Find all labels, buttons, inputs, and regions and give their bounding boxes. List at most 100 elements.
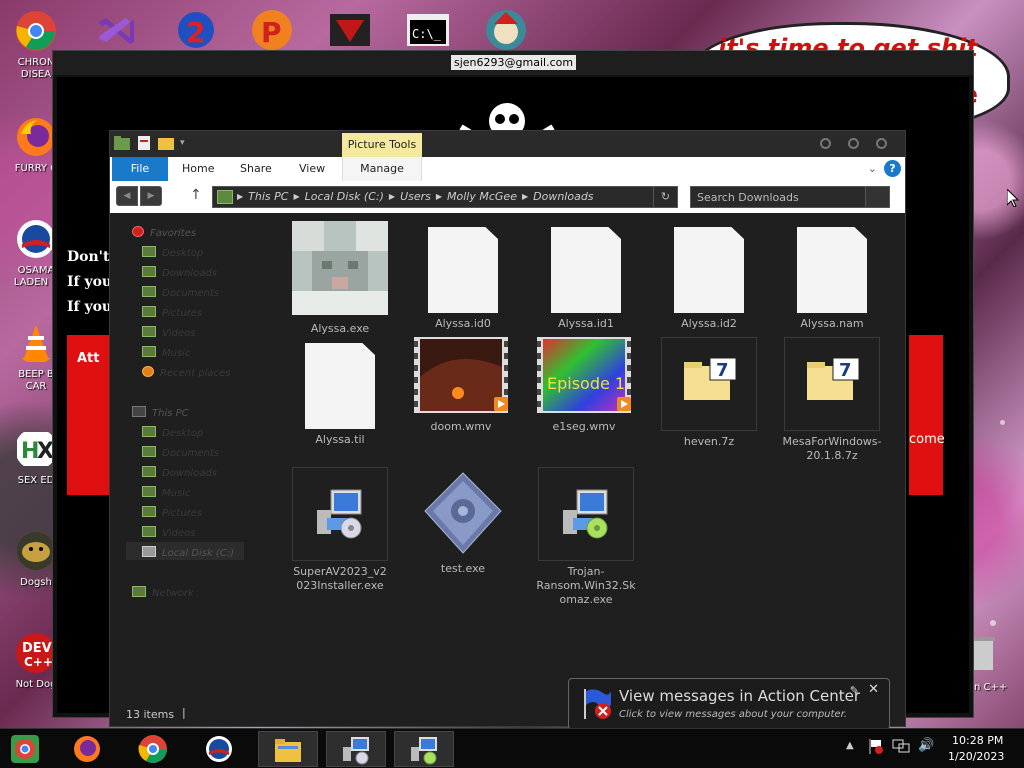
close-icon[interactable]: ✕ <box>868 682 879 697</box>
nav-favorites[interactable]: Favorites <box>132 226 196 239</box>
taskbar-obama[interactable] <box>190 731 250 767</box>
nav-pc-videos[interactable]: Videos <box>142 526 195 539</box>
breadcrumb-item[interactable]: Local Disk (C:) <box>305 190 384 204</box>
mascot-icon[interactable] <box>482 8 530 52</box>
action-center-tray-icon[interactable] <box>868 737 884 755</box>
nav-pc-downloads[interactable]: Downloads <box>142 466 217 479</box>
file-item[interactable]: Alyssa.id1 <box>536 227 636 331</box>
taskbar-installer[interactable] <box>326 731 386 767</box>
music-folder-icon <box>142 346 156 357</box>
svg-text:P: P <box>261 16 282 49</box>
pin-icon[interactable]: ✎ <box>850 684 859 697</box>
chevron-right-icon: ▶ <box>521 192 529 201</box>
file-item[interactable]: Episode 1 e1seg.wmv <box>534 337 634 434</box>
installer-icon <box>563 489 608 539</box>
notification-title: View messages in Action Center <box>619 687 861 705</box>
file-item[interactable]: Trojan-Ransom.Win32.Skomaz.exe <box>536 467 636 607</box>
clock-time[interactable]: 10:28 PM <box>952 734 1003 747</box>
file-item[interactable]: Alyssa.nam <box>782 227 882 331</box>
up-arrow-icon[interactable]: ↑ <box>190 187 202 203</box>
nav-fav-music[interactable]: Music <box>142 346 190 359</box>
file-item[interactable]: SuperAV2023_v2023Installer.exe <box>290 467 390 593</box>
blank-document-icon <box>551 227 621 313</box>
address-bar[interactable]: ▶ This PC ▶ Local Disk (C:) ▶ Users ▶ Mo… <box>212 186 678 208</box>
close-button[interactable] <box>876 138 887 149</box>
breadcrumb-item[interactable]: Molly McGee <box>447 190 517 204</box>
maximize-button[interactable] <box>848 138 859 149</box>
breadcrumb-item[interactable]: Downloads <box>533 190 593 204</box>
folder-icon[interactable] <box>114 136 130 150</box>
ransom-titlebar[interactable]: sjen6293@gmail.com <box>53 51 973 75</box>
svg-text:C:\_: C:\_ <box>412 27 442 41</box>
file-explorer-icon <box>275 739 301 762</box>
file-item[interactable]: doom.wmv <box>411 337 511 434</box>
file-name: Alyssa.id2 <box>681 317 737 330</box>
command-prompt-icon[interactable]: C:\_ <box>404 8 452 52</box>
notification-subtitle: Click to view messages about your comput… <box>619 709 847 720</box>
breadcrumb-item[interactable]: Users <box>400 190 431 204</box>
dog-image-icon <box>17 532 55 570</box>
forward-button[interactable]: ▶ <box>140 186 162 206</box>
nav-fav-recent[interactable]: Recent places <box>142 366 230 379</box>
taskbar-file-explorer[interactable] <box>258 731 318 767</box>
nav-fav-videos[interactable]: Videos <box>142 326 195 339</box>
taskbar-firefox[interactable] <box>58 731 118 767</box>
search-input[interactable]: Search Downloads <box>690 186 890 208</box>
ransom-window-title: sjen6293@gmail.com <box>451 55 577 70</box>
breadcrumb-item[interactable]: This PC <box>248 190 288 204</box>
file-explorer-window[interactable]: ▾ Picture Tools File Home Share View Man… <box>109 130 906 727</box>
network-icon[interactable] <box>892 738 910 754</box>
nav-fav-pictures[interactable]: Pictures <box>142 306 202 319</box>
nav-fav-documents[interactable]: Documents <box>142 286 219 299</box>
show-hidden-icons[interactable]: ▲ <box>846 740 854 751</box>
tab-file[interactable]: File <box>112 157 168 181</box>
nav-fav-desktop[interactable]: Desktop <box>142 246 203 259</box>
help-icon[interactable]: ? <box>884 160 901 177</box>
explorer-titlebar[interactable]: ▾ Picture Tools <box>110 131 905 157</box>
taskbar-chrome[interactable] <box>124 731 184 767</box>
file-item[interactable]: 7 heven.7z <box>659 337 759 449</box>
nav-pc-desktop[interactable]: Desktop <box>142 426 203 439</box>
nav-pc-documents[interactable]: Documents <box>142 446 219 459</box>
tab-view[interactable]: View <box>299 157 325 181</box>
chevron-down-icon[interactable]: ▾ <box>180 136 185 150</box>
tab-share[interactable]: Share <box>240 157 272 181</box>
expand-ribbon-icon[interactable]: ⌄ <box>868 162 877 175</box>
file-item[interactable]: 7 MesaForWindows-20.1.8.7z <box>782 337 882 463</box>
clock-date[interactable]: 1/20/2023 <box>948 750 1004 763</box>
executable-icon <box>424 472 502 554</box>
minimize-button[interactable] <box>820 138 831 149</box>
p-logo-icon[interactable]: P <box>248 8 296 52</box>
visual-studio-icon[interactable] <box>92 8 140 52</box>
pictures-folder-icon <box>142 306 156 317</box>
nav-this-pc[interactable]: This PC <box>132 406 189 419</box>
tab-manage[interactable]: Manage <box>342 157 422 181</box>
red-shield-icon[interactable] <box>326 8 374 52</box>
nav-pc-pictures[interactable]: Pictures <box>142 506 202 519</box>
nav-network[interactable]: Network <box>132 586 194 599</box>
properties-icon[interactable] <box>136 136 152 150</box>
file-item[interactable]: Alyssa.exe <box>290 221 390 336</box>
nav-local-disk[interactable]: Local Disk (C:) <box>142 546 234 559</box>
search-icon[interactable] <box>865 187 889 207</box>
file-item[interactable]: test.exe <box>413 471 513 576</box>
nav-fav-downloads[interactable]: Downloads <box>142 266 217 279</box>
file-item[interactable]: Alyssa.id0 <box>413 227 513 331</box>
start-button[interactable] <box>0 731 54 767</box>
documents-folder-icon <box>142 286 156 297</box>
taskbar-trojan-installer[interactable] <box>394 731 454 767</box>
tab-home[interactable]: Home <box>182 157 214 181</box>
new-folder-icon[interactable] <box>158 136 174 150</box>
nav-pc-music[interactable]: Music <box>142 486 190 499</box>
back-button[interactable]: ◀ <box>116 186 138 206</box>
drive-icon <box>142 546 156 557</box>
file-item[interactable]: Alyssa.til <box>290 343 390 447</box>
action-center-notification[interactable]: View messages in Action Center Click to … <box>568 678 890 730</box>
game-two-icon[interactable]: 2 <box>172 8 220 52</box>
volume-icon[interactable]: 🔊 <box>918 738 934 753</box>
downloads-folder-icon <box>142 266 156 277</box>
file-item[interactable]: Alyssa.id2 <box>659 227 759 331</box>
refresh-icon[interactable]: ↻ <box>653 187 677 207</box>
music-folder-icon <box>142 486 156 497</box>
blank-document-icon <box>305 343 375 429</box>
